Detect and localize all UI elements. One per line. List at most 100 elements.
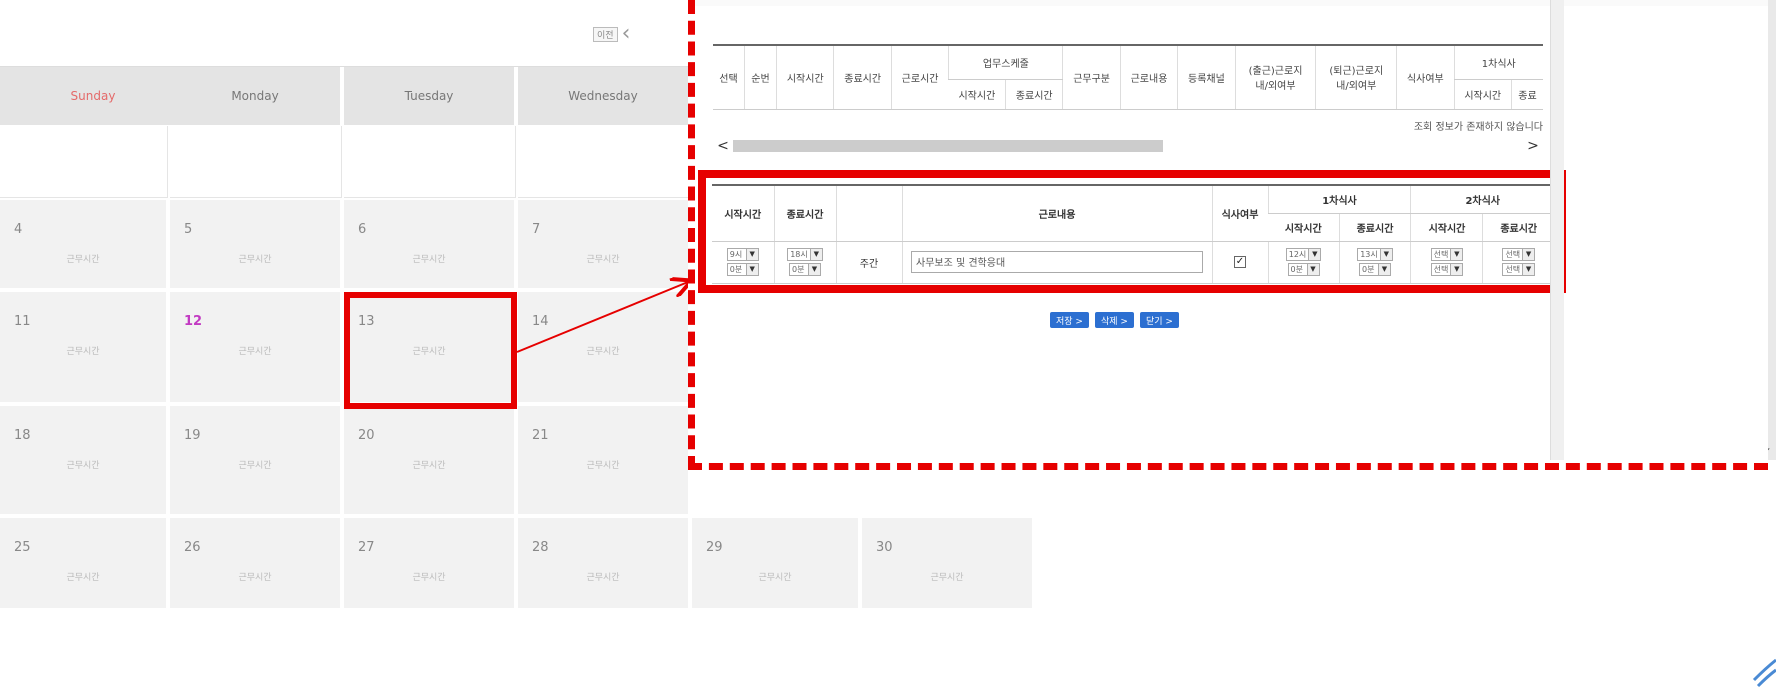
meal2-end-hour-value: 선택 (1505, 250, 1521, 259)
chevron-down-icon[interactable]: ▼ (1522, 264, 1535, 275)
scroll-track[interactable] (733, 140, 1523, 152)
end-hour-select[interactable]: 18시 ▼ (787, 248, 823, 261)
work-hours-label: 근무시간 (586, 461, 620, 471)
end-minute-select[interactable]: 0분 ▼ (789, 263, 821, 276)
edit-h-type (835, 184, 902, 242)
chevron-down-icon[interactable]: ▼ (1450, 264, 1463, 275)
day-number: 30 (876, 540, 893, 555)
edit-h-meal1-start: 시작시간 (1268, 213, 1340, 242)
start-minute-select[interactable]: 0분 ▼ (726, 263, 759, 276)
edit-h-meal2: 2차식사 (1410, 184, 1554, 214)
meal1-end-hour-select[interactable]: 13시 ▼ (1357, 248, 1393, 261)
day-number: 7 (532, 222, 541, 237)
end-time-cell: 18시 ▼ 0분 ▼ (773, 241, 836, 284)
meal1-end-minute-value: 0분 (1362, 265, 1375, 274)
work-content-input[interactable]: 사무보조 및 견학응대 (911, 251, 1203, 273)
day-number: 11 (14, 314, 31, 329)
chevron-down-icon[interactable]: ▼ (1378, 264, 1390, 275)
chevron-down-icon[interactable]: ▼ (1522, 249, 1535, 260)
work-hours-label: 근무시간 (66, 461, 100, 471)
edit-h-start: 시작시간 (712, 184, 774, 242)
meal1-end-cell: 13시 ▼ 0분 ▼ (1338, 241, 1411, 284)
meal2-start-minute-value: 선택 (1433, 265, 1449, 274)
calendar-day-cell[interactable]: 20 근무시간 (344, 406, 516, 516)
meal1-start-minute-select[interactable]: 0분 ▼ (1287, 263, 1320, 276)
meal2-end-minute-value: 선택 (1505, 265, 1521, 274)
scroll-thumb[interactable] (733, 140, 1163, 152)
chevron-down-icon[interactable]: ▼ (1308, 249, 1321, 260)
prev-box[interactable]: 이전 (593, 26, 618, 42)
calendar-day-cell[interactable]: 4 근무시간 (0, 200, 168, 290)
meal2-start-minute-select[interactable]: 선택 ▼ (1430, 263, 1464, 276)
meal2-end-minute-select[interactable]: 선택 ▼ (1502, 263, 1536, 276)
work-content-cell: 사무보조 및 견학응대 (901, 241, 1212, 284)
meal2-start-hour-select[interactable]: 선택 ▼ (1430, 248, 1464, 261)
start-hour-select[interactable]: 9시 ▼ (726, 248, 759, 261)
work-hours-label: 근무시간 (238, 573, 272, 583)
chevron-left-icon[interactable]: ‹ (622, 23, 631, 45)
day-number: 27 (358, 540, 375, 555)
popup-vertical-scrollbar[interactable] (1550, 0, 1564, 460)
meal1-start-hour-select[interactable]: 12시 ▼ (1285, 248, 1322, 261)
hist-h-seq: 순번 (743, 44, 777, 110)
hist-h-start: 시작시간 (776, 44, 834, 110)
meal2-end-hour-select[interactable]: 선택 ▼ (1502, 248, 1536, 261)
work-hours-label: 근무시간 (412, 255, 446, 265)
work-hours-label: 근무시간 (66, 573, 100, 583)
meal1-end-minute-select[interactable]: 0분 ▼ (1359, 263, 1391, 276)
calendar-day-cell[interactable]: 11 근무시간 (0, 292, 168, 404)
end-hour-value: 18시 (790, 250, 808, 259)
calendar-day-cell[interactable]: 30 근무시간 (862, 518, 1034, 610)
calendar-day-cell[interactable]: 28 근무시간 (518, 518, 690, 610)
chevron-down-icon[interactable]: ▼ (808, 264, 820, 275)
work-hours-label: 근무시간 (758, 573, 792, 583)
calendar-day-cell[interactable]: 26 근무시간 (170, 518, 342, 610)
prev-month-button[interactable]: 이전 ‹ (593, 23, 630, 45)
day-number: 18 (14, 428, 31, 443)
meal-cell: ✓ (1211, 241, 1268, 284)
work-hours-label: 근무시간 (930, 573, 964, 583)
calendar-day-cell[interactable]: 14 근무시간 (518, 292, 690, 404)
edit-h-content: 근로내용 (901, 184, 1212, 242)
chevron-down-icon[interactable]: ▼ (745, 249, 758, 260)
day-number: 6 (358, 222, 367, 237)
day-number: 5 (184, 222, 193, 237)
calendar-cell-empty (1036, 518, 1208, 610)
hist-h-end: 종료시간 (833, 44, 892, 110)
chevron-down-icon[interactable]: ▼ (1450, 249, 1463, 260)
work-hours-label: 근무시간 (238, 461, 272, 471)
save-button[interactable]: 저장 > (1050, 312, 1089, 328)
close-button[interactable]: 닫기 > (1139, 312, 1179, 328)
hist-h-meal1: 1차식사 (1453, 44, 1543, 80)
scroll-left-icon[interactable]: < (713, 138, 733, 154)
calendar-day-cell[interactable]: 21 근무시간 (518, 406, 690, 516)
history-table: 선택 순번 시작시간 종료시간 근로시간 업무스케줄 근무구분 근로내용 등록채… (713, 44, 1543, 137)
calendar-day-cell[interactable]: 27 근무시간 (344, 518, 516, 610)
meal1-start-hour-value: 12시 (1288, 250, 1307, 259)
day-number: 14 (532, 314, 549, 329)
meal1-end-hour-value: 13시 (1360, 250, 1378, 259)
calendar-day-cell[interactable]: 5 근무시간 (170, 200, 342, 290)
delete-button[interactable]: 삭제 > (1094, 312, 1134, 328)
edit-h-meal2-start: 시작시간 (1410, 213, 1483, 242)
calendar-day-cell[interactable]: 19 근무시간 (170, 406, 342, 516)
calendar-day-cell[interactable]: 6 근무시간 (344, 200, 516, 290)
horizontal-scrollbar[interactable]: < > (713, 138, 1543, 154)
work-hours-label: 근무시간 (412, 573, 446, 583)
chevron-down-icon[interactable]: ▼ (1379, 249, 1392, 260)
meal-checkbox[interactable]: ✓ (1234, 256, 1246, 268)
day-number: 4 (14, 222, 23, 237)
calendar-day-cell[interactable]: 12 근무시간 (170, 292, 342, 404)
hist-h-type: 근무구분 (1062, 44, 1121, 110)
chevron-down-icon[interactable]: ▼ (745, 264, 758, 275)
chevron-down-icon[interactable]: ▼ (809, 249, 822, 260)
calendar-day-cell[interactable]: 18 근무시간 (0, 406, 168, 516)
calendar-day-cell[interactable]: 29 근무시간 (692, 518, 860, 610)
calendar-day-cell[interactable]: 7 근무시간 (518, 200, 690, 290)
calendar-day-cell[interactable]: 25 근무시간 (0, 518, 168, 610)
chevron-down-icon[interactable]: ▼ (1306, 264, 1319, 275)
hist-h-out-loc: (퇴근)근로지 내/외여부 (1315, 44, 1397, 110)
work-hours-label: 근무시간 (238, 255, 272, 265)
scroll-right-icon[interactable]: > (1523, 138, 1543, 154)
work-edit-form: 시작시간 종료시간 근로내용 식사여부 1차식사 2차식사 시작시간 종료시간 … (698, 170, 1566, 293)
